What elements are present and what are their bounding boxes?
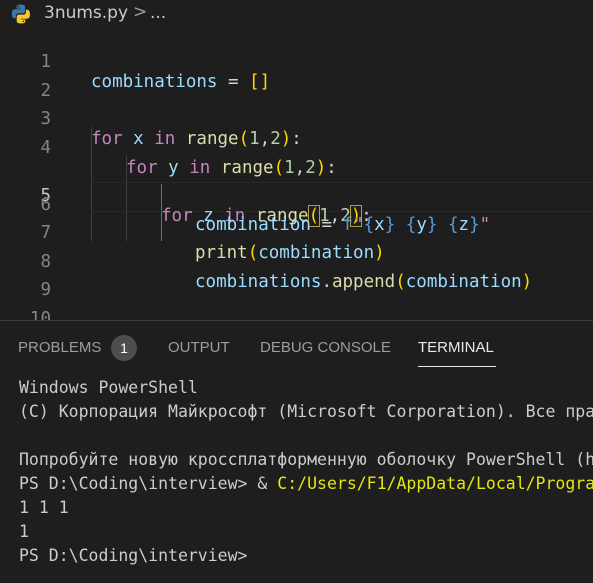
terminal-line: 1 1 1 xyxy=(19,498,69,517)
code-line: 3 for x in range(1,2): xyxy=(0,85,593,149)
terminal-python-path: C:/Users/F1/AppData/Local/Programs/Pytho… xyxy=(277,474,593,493)
python-icon xyxy=(11,4,30,24)
tab-terminal[interactable]: TERMINAL xyxy=(418,339,494,356)
breadcrumb: 3nums.py > ... xyxy=(0,0,593,28)
terminal-command-line: PS D:\Coding\interview> & C:/Users/F1/Ap… xyxy=(19,472,593,496)
terminal-line: 1 xyxy=(19,522,29,541)
tab-output[interactable]: OUTPUT xyxy=(168,339,230,356)
bottom-panel: PROBLEMS 1 OUTPUT DEBUG CONSOLE TERMINAL… xyxy=(0,320,593,583)
code-line: 6 combination = f"{x} {y} {z}" xyxy=(0,171,593,235)
code-line: 10 print(len(combinations)) xyxy=(0,285,593,349)
code-line: 2 xyxy=(0,57,593,101)
tab-problems[interactable]: PROBLEMS xyxy=(18,339,101,356)
code-line-active: 5 for z in range(1,2): xyxy=(0,142,593,227)
code-line: 4 for y in range(1,2): xyxy=(0,114,593,178)
problems-count-badge: 1 xyxy=(111,335,137,361)
tab-debug-console[interactable]: DEBUG CONSOLE xyxy=(260,339,391,356)
terminal-line: Windows PowerShell xyxy=(19,378,198,397)
active-tab-indicator xyxy=(418,366,496,367)
code-line: 9 xyxy=(0,256,593,300)
terminal-prompt-line[interactable]: PS D:\Coding\interview> xyxy=(19,544,593,568)
terminal-prompt: PS D:\Coding\interview> & xyxy=(19,474,278,493)
terminal-line: Попробуйте новую кроссплатформенную обол… xyxy=(19,450,593,469)
code-editor[interactable]: 1 combinations = [] 2 3 for x in range(1… xyxy=(0,28,593,349)
breadcrumb-file-name[interactable]: 3nums.py xyxy=(44,3,128,23)
code-line: 1 combinations = [] xyxy=(0,28,593,92)
code-line: 7 print(combination) xyxy=(0,199,593,263)
chevron-right-icon: > xyxy=(133,2,148,22)
breadcrumb-ellipsis[interactable]: ... xyxy=(150,3,166,23)
code-line: 8 combinations.append(combination) xyxy=(0,228,593,292)
terminal-line: (C) Корпорация Майкрософт (Microsoft Cor… xyxy=(19,402,593,421)
